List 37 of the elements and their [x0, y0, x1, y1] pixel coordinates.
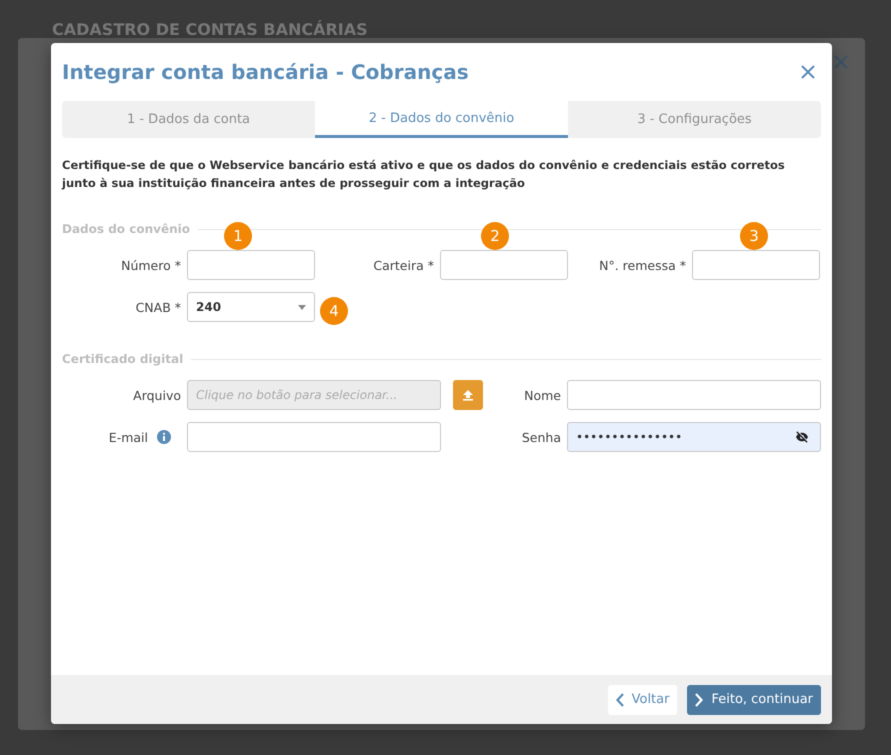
- dropdown[interactable]: 240: [187, 292, 315, 322]
- upload-icon: [462, 389, 474, 401]
- close-icon: [834, 55, 848, 69]
- number-badge: 3: [740, 222, 768, 250]
- tab[interactable]: 2 - Dados do convênio: [315, 101, 568, 138]
- section-title: Dados do convênio: [62, 222, 190, 236]
- continue-button[interactable]: Feito, continuar: [687, 684, 821, 714]
- number-badge: 4: [320, 297, 348, 325]
- tab[interactable]: 1 - Dados da conta: [62, 101, 315, 138]
- field-label: E-mail: [108, 430, 148, 444]
- upload-button[interactable]: [453, 380, 483, 410]
- field-label: Carteira *: [373, 258, 434, 272]
- field-label: CNAB *: [136, 300, 181, 314]
- input-field[interactable]: [187, 250, 315, 280]
- field-label: N°. remessa *: [599, 258, 686, 272]
- number-badge: 1: [224, 222, 252, 250]
- field-label: Arquivo: [133, 388, 181, 402]
- field-label: Senha: [522, 430, 561, 444]
- field-label: Número *: [121, 258, 181, 272]
- input-field[interactable]: [567, 380, 821, 410]
- input-field[interactable]: [187, 422, 441, 452]
- info-icon[interactable]: [157, 430, 171, 444]
- eye-slash-icon[interactable]: [795, 431, 809, 443]
- chevron-left-icon: [616, 692, 624, 706]
- notice-text: Certifique-se de que o Webservice bancário está ativo e que os dados do convênio e credenciais estão corretos junto à sua instituição financeira antes de prosseguir com a integração: [62, 157, 786, 192]
- section-title: Certificado digital: [62, 352, 184, 366]
- dialog-title: Integrar conta bancária - Cobranças: [62, 60, 469, 84]
- input-field[interactable]: •••••••••••••••: [567, 422, 821, 452]
- chevron-right-icon: [695, 692, 704, 706]
- field-label: Nome: [524, 388, 561, 402]
- page-title: CADASTRO DE CONTAS BANCÁRIAS: [52, 20, 368, 39]
- input-field[interactable]: [440, 250, 568, 280]
- number-badge: 2: [481, 222, 509, 250]
- back-button[interactable]: Voltar: [608, 684, 678, 714]
- close-button[interactable]: [800, 64, 816, 80]
- tab[interactable]: 3 - Configurações: [568, 101, 821, 138]
- input-field[interactable]: [692, 250, 820, 280]
